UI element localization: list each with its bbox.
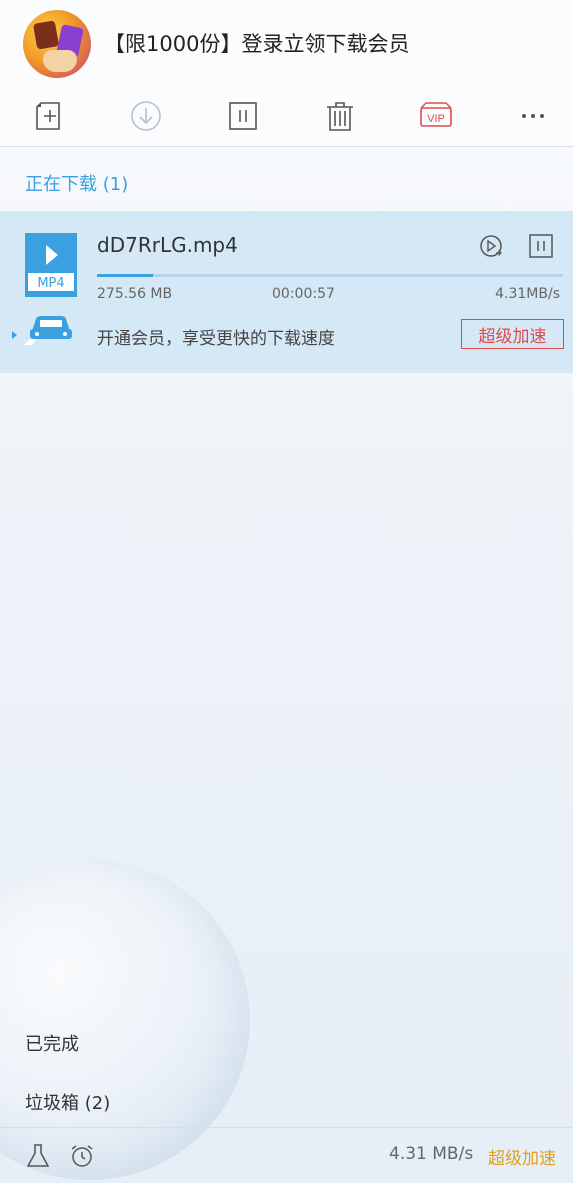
promo-text: 开通会员，享受更快的下载速度: [97, 329, 335, 349]
mp4-file-icon: MP4: [25, 233, 77, 297]
pause-square-icon: [529, 234, 553, 258]
download-speed: 4.31MB/s: [495, 286, 560, 302]
completed-section[interactable]: 已完成: [25, 1030, 79, 1056]
open-folder-button[interactable]: [478, 233, 504, 259]
delete-button[interactable]: [320, 96, 360, 136]
flask-icon: [26, 1144, 50, 1167]
file-type-label: MP4: [37, 276, 64, 291]
download-item[interactable]: MP4 dD7RrLG.mp4 275.56 MB 00:00:57 4.31M…: [0, 211, 573, 373]
car-icon: [24, 316, 72, 345]
avatar[interactable]: [23, 10, 91, 78]
plus-square-icon: [36, 102, 60, 130]
file-name: dD7RrLG.mp4: [97, 233, 238, 257]
expand-arrow-icon[interactable]: [12, 331, 17, 339]
download-progress-bar: [97, 274, 563, 277]
more-dots-icon: [522, 114, 544, 118]
alarm-clock-icon: [71, 1145, 93, 1167]
vip-label: VIP: [427, 113, 445, 125]
vip-button[interactable]: VIP: [416, 96, 456, 136]
download-circle-icon: [131, 101, 161, 131]
vip-icon: VIP: [420, 102, 452, 127]
total-speed: 4.31 MB/s: [389, 1144, 474, 1164]
trash-icon: [327, 102, 353, 131]
new-task-button[interactable]: [30, 96, 70, 136]
status-bar: 4.31 MB/s 超级加速: [0, 1127, 573, 1183]
downloading-heading[interactable]: 正在下载 (1): [25, 170, 128, 196]
more-button[interactable]: [513, 96, 553, 136]
super-boost-button[interactable]: 超级加速: [461, 319, 564, 349]
toolbar: VIP: [0, 86, 573, 147]
play-folder-icon: [480, 235, 502, 257]
footer-boost-link[interactable]: 超级加速: [488, 1144, 556, 1169]
lab-button[interactable]: [24, 1142, 52, 1170]
progress-fill: [97, 274, 153, 277]
download-manager-window: 【限1000份】登录立领下载会员 VIP 正在下载 (1) MP4 dD7RrL…: [0, 0, 573, 1183]
schedule-button[interactable]: [68, 1142, 96, 1170]
remaining-time: 00:00:57: [272, 286, 335, 302]
file-size: 275.56 MB: [97, 286, 173, 302]
header: 【限1000份】登录立领下载会员: [0, 0, 573, 86]
promo-title[interactable]: 【限1000份】登录立领下载会员: [104, 28, 409, 58]
pause-button[interactable]: [223, 96, 263, 136]
trash-section[interactable]: 垃圾箱 (2): [25, 1089, 110, 1115]
item-pause-button[interactable]: [528, 233, 554, 259]
start-button[interactable]: [126, 96, 166, 136]
pause-square-icon: [229, 102, 257, 130]
